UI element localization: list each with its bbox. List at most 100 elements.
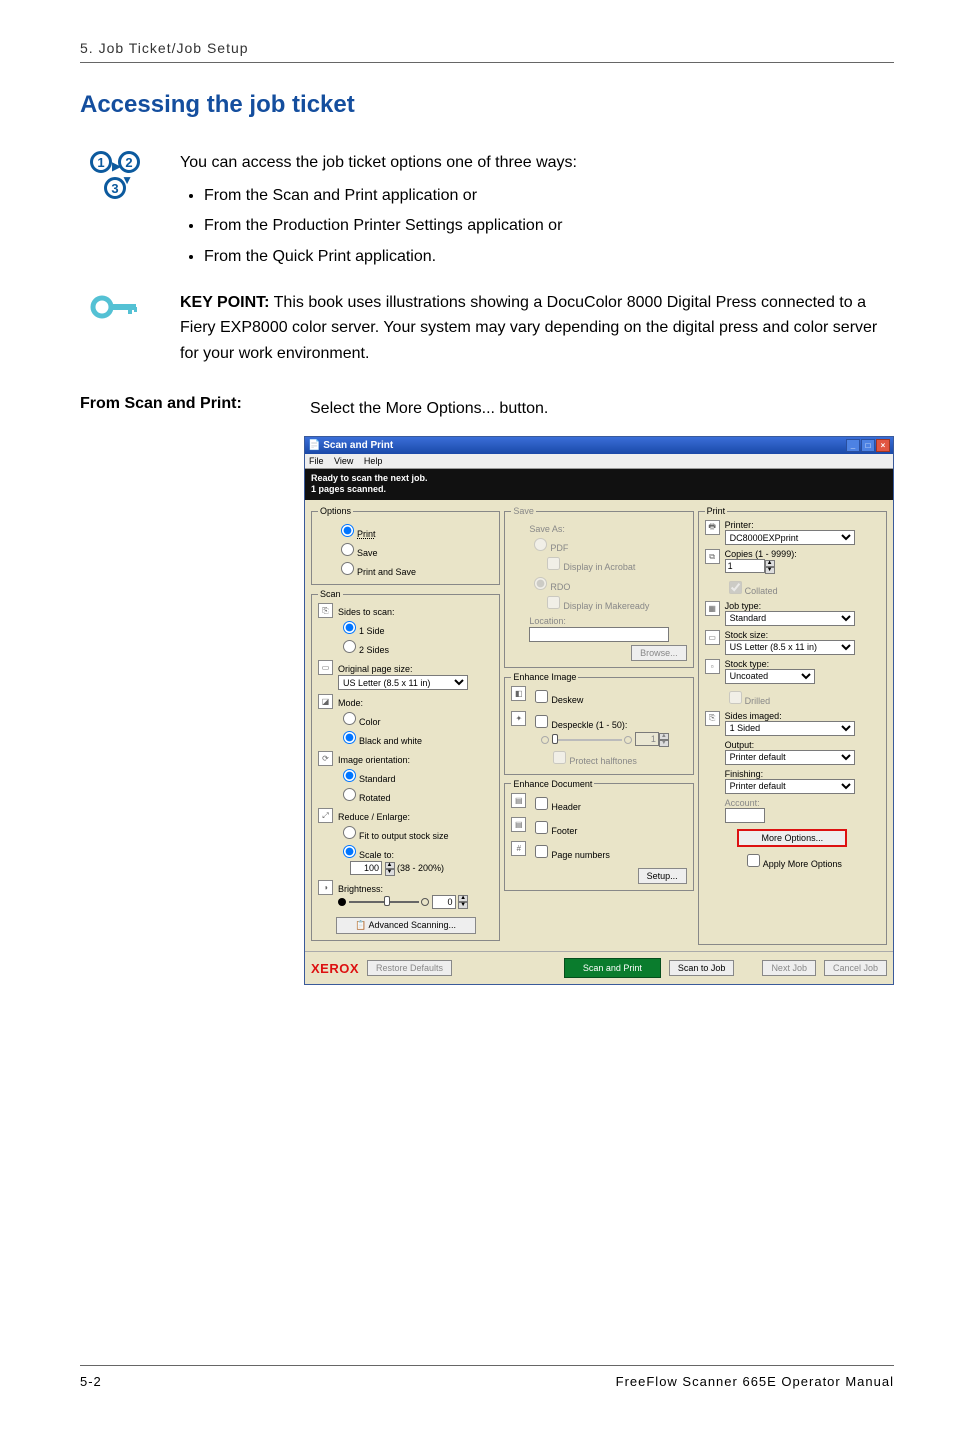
display-makeready: Display in Makeready	[543, 593, 686, 612]
deskew-check[interactable]: Deskew	[531, 687, 686, 706]
key-icon	[80, 290, 150, 367]
option-save[interactable]: Save	[336, 540, 493, 558]
reduce-label: Reduce / Enlarge:	[338, 812, 493, 822]
option-print-save[interactable]: Print and Save	[336, 559, 493, 577]
stocktype-select[interactable]: Uncoated	[725, 669, 815, 684]
setup-button[interactable]: Setup...	[638, 868, 687, 884]
cancel-job-button[interactable]: Cancel Job	[824, 960, 887, 976]
steps-icon: 1▶ 2▼ 3	[80, 149, 150, 276]
scale-value[interactable]	[350, 861, 382, 875]
options-group: Options Print Save Print and Save	[311, 506, 500, 585]
mode-color[interactable]: Color	[338, 709, 493, 727]
sides-icon: ⎘	[318, 603, 333, 618]
header-check[interactable]: Header	[531, 794, 686, 813]
stocksize-icon: ▭	[705, 630, 720, 645]
orient-rotated[interactable]: Rotated	[338, 785, 493, 803]
despeckle-check[interactable]: Despeckle (1 - 50):	[531, 712, 686, 731]
scan-to-job-button[interactable]: Scan to Job	[669, 960, 735, 976]
save-group: Save Save As: PDF Display in Acrobat RDO…	[504, 506, 693, 668]
mode-label: Mode:	[338, 698, 493, 708]
xerox-logo: XEROX	[311, 961, 359, 976]
bullet-1: From the Scan and Print application or	[204, 182, 894, 209]
reduce-fit[interactable]: Fit to output stock size	[338, 823, 493, 841]
printer-select[interactable]: DC8000EXPprint	[725, 530, 855, 545]
pagenum-icon: #	[511, 841, 526, 856]
from-label: From Scan and Print:	[80, 395, 280, 422]
menu-view[interactable]: View	[334, 456, 353, 466]
menu-file[interactable]: File	[309, 456, 324, 466]
advanced-scanning-button[interactable]: 📋 Advanced Scanning...	[336, 917, 476, 934]
brightness-slider[interactable]	[349, 901, 419, 903]
printer-icon: 🖶	[705, 520, 720, 535]
output-label: Output:	[725, 740, 880, 750]
finishing-select[interactable]: Printer default	[725, 779, 855, 794]
stocksize-select[interactable]: US Letter (8.5 x 11 in)	[725, 640, 855, 655]
print-group: Print 🖶 Printer: DC8000EXPprint ⧉ Copies…	[698, 506, 887, 945]
menu-help[interactable]: Help	[364, 456, 383, 466]
scale-range: (38 - 200%)	[397, 863, 444, 873]
scan-and-print-button[interactable]: Scan and Print	[564, 958, 661, 978]
manual-title: FreeFlow Scanner 665E Operator Manual	[616, 1374, 894, 1389]
finishing-label: Finishing:	[725, 769, 880, 779]
print-legend: Print	[705, 506, 728, 516]
window-title: 📄 Scan and Print	[308, 440, 393, 451]
sides-to-scan-label: Sides to scan:	[338, 607, 493, 617]
reduce-scale[interactable]: Scale to:	[338, 842, 493, 860]
intro-text: You can access the job ticket options on…	[180, 149, 894, 176]
collated-check: Collated	[725, 578, 880, 597]
copies-input[interactable]	[725, 559, 765, 573]
output-select[interactable]: Printer default	[725, 750, 855, 765]
status-line-2: 1 pages scanned.	[311, 484, 887, 496]
jobtype-select[interactable]: Standard	[725, 611, 855, 626]
orient-standard[interactable]: Standard	[338, 766, 493, 784]
enhance-image-group: Enhance Image ◧ Deskew ✦ Despeckle (1 - …	[504, 672, 693, 775]
apply-more-options[interactable]: Apply More Options	[705, 851, 880, 870]
stocktype-label: Stock type:	[725, 659, 880, 669]
sides-imaged-select[interactable]: 1 Sided	[725, 721, 855, 736]
option-print[interactable]: Print	[336, 521, 493, 539]
mode-icon: ◪	[318, 694, 333, 709]
from-text: Select the More Options... button.	[310, 395, 894, 422]
brightness-label: Brightness:	[338, 884, 493, 894]
orient-icon: ⟳	[318, 751, 333, 766]
enhance-document-group: Enhance Document ▤Header ▤Footer #Page n…	[504, 779, 693, 891]
display-acrobat: Display in Acrobat	[543, 554, 686, 573]
copies-icon: ⧉	[705, 549, 720, 564]
close-button[interactable]: ×	[876, 439, 890, 452]
minimize-button[interactable]: _	[846, 439, 860, 452]
save-pdf: PDF	[529, 535, 686, 553]
side-1[interactable]: 1 Side	[338, 618, 493, 636]
menu-bar[interactable]: File View Help	[305, 454, 893, 469]
sides-imaged-icon: ⎘	[705, 711, 720, 726]
save-as-label: Save As:	[529, 524, 686, 534]
despeckle-slider	[552, 739, 622, 741]
divider	[80, 62, 894, 63]
scan-group: Scan ⎘ Sides to scan: 1 Side 2 Sides ▭ O…	[311, 589, 500, 941]
footer-check[interactable]: Footer	[531, 818, 686, 837]
protect-halftones: Protect halftones	[549, 748, 686, 767]
pagesize-icon: ▭	[318, 660, 333, 675]
next-job-button[interactable]: Next Job	[762, 960, 816, 976]
restore-defaults-button[interactable]: Restore Defaults	[367, 960, 452, 976]
scan-legend: Scan	[318, 589, 343, 599]
pagenum-check[interactable]: Page numbers	[531, 842, 686, 861]
keypoint-label: KEY POINT:	[180, 294, 270, 311]
orient-label: Image orientation:	[338, 755, 493, 765]
account-input	[725, 808, 765, 823]
options-legend: Options	[318, 506, 353, 516]
despeckle-icon: ✦	[511, 711, 526, 726]
enhance-image-legend: Enhance Image	[511, 672, 578, 682]
status-line-1: Ready to scan the next job.	[311, 473, 887, 485]
location-input	[529, 627, 669, 642]
scan-and-print-window: 📄 Scan and Print _ □ × File View Help Re…	[304, 436, 894, 986]
brightness-value[interactable]	[432, 895, 456, 909]
maximize-button[interactable]: □	[861, 439, 875, 452]
pagesize-select[interactable]: US Letter (8.5 x 11 in)	[338, 675, 468, 690]
mode-bw[interactable]: Black and white	[338, 728, 493, 746]
chapter-header: 5. Job Ticket/Job Setup	[80, 40, 894, 56]
bullet-2: From the Production Printer Settings app…	[204, 212, 894, 239]
more-options-button[interactable]: More Options...	[737, 829, 847, 847]
stocksize-label: Stock size:	[725, 630, 880, 640]
drilled-check: Drilled	[725, 688, 880, 707]
side-2[interactable]: 2 Sides	[338, 637, 493, 655]
